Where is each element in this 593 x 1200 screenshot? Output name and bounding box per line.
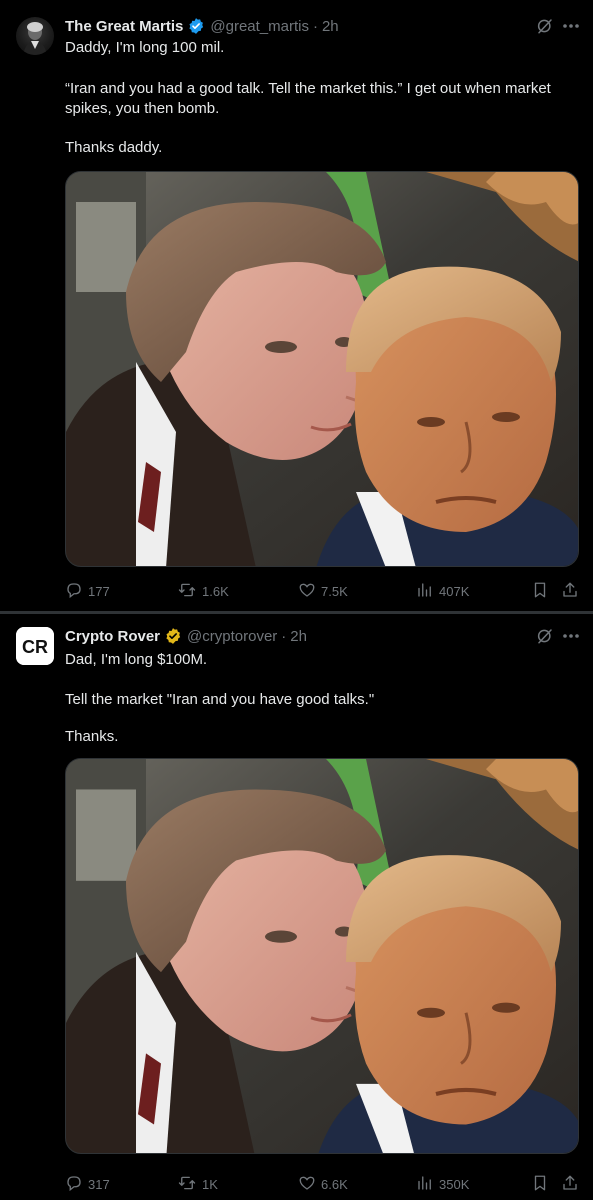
avatar-logo-text: CR [22, 637, 48, 657]
avatar[interactable]: CR [16, 627, 54, 665]
tweet-text-paragraph: “Iran and you had a good talk. Tell the … [65, 80, 551, 117]
repost-count: 1K [202, 1177, 218, 1192]
author-handle[interactable]: @great_martis [210, 18, 309, 35]
tweet-text-line: Thanks. [65, 728, 119, 745]
tweet-text-line: Tell the market "Iran and you have good … [65, 691, 375, 708]
tweet-card[interactable]: The Great Martis @great_martis · 2h Dadd… [0, 0, 593, 612]
tweet-text-line: Thanks daddy. [65, 139, 163, 156]
avatar[interactable] [16, 17, 54, 55]
tweet-card[interactable]: Crypto Rover @cryptorover · 2h Dad, I'm … [0, 614, 593, 1200]
like-button[interactable]: 7.5K [298, 581, 348, 602]
share-icon[interactable] [561, 581, 579, 604]
repost-count: 1.6K [202, 584, 229, 599]
tweet-header: Crypto Rover @cryptorover · 2h [65, 626, 307, 646]
reply-icon [65, 1174, 88, 1195]
reply-count: 177 [88, 584, 110, 599]
tweet-actions: 177 1.6K 7.5K 407K [65, 581, 579, 601]
author-name[interactable]: Crypto Rover [65, 628, 160, 645]
timestamp[interactable]: 2h [290, 628, 307, 645]
grok-icon[interactable] [536, 627, 554, 645]
like-icon [298, 1174, 321, 1195]
separator-dot: · [312, 17, 318, 35]
like-icon [298, 581, 321, 602]
more-icon[interactable] [561, 17, 581, 35]
separator-dot: · [281, 627, 287, 645]
bookmark-icon[interactable] [531, 1174, 549, 1197]
reply-button[interactable]: 177 [65, 581, 110, 602]
author-handle[interactable]: @cryptorover [187, 628, 277, 645]
tweet-media-image[interactable] [65, 171, 579, 567]
reply-icon [65, 581, 88, 602]
like-count: 6.6K [321, 1177, 348, 1192]
like-count: 7.5K [321, 584, 348, 599]
timestamp[interactable]: 2h [322, 18, 339, 35]
views-icon [416, 1174, 439, 1195]
grok-icon[interactable] [536, 17, 554, 35]
views-count: 407K [439, 584, 470, 599]
tweet-text-line: Daddy, I'm long 100 mil. [65, 39, 225, 56]
views-button[interactable]: 350K [416, 1174, 469, 1195]
repost-icon [177, 581, 202, 602]
verified-badge-icon [187, 17, 205, 35]
verified-badge-icon [164, 627, 182, 645]
tweet-header: The Great Martis @great_martis · 2h [65, 16, 339, 36]
bookmark-icon[interactable] [531, 581, 549, 604]
reply-count: 317 [88, 1177, 110, 1192]
like-button[interactable]: 6.6K [298, 1174, 348, 1195]
views-count: 350K [439, 1177, 470, 1192]
views-button[interactable]: 407K [416, 581, 469, 602]
views-icon [416, 581, 439, 602]
repost-button[interactable]: 1.6K [177, 581, 229, 602]
repost-icon [177, 1174, 202, 1195]
reply-button[interactable]: 317 [65, 1174, 110, 1195]
tweet-text-line: Dad, I'm long $100M. [65, 651, 208, 668]
repost-button[interactable]: 1K [177, 1174, 218, 1195]
tweet-actions: 317 1K 6.6K 350K [65, 1174, 579, 1194]
tweet-media-image[interactable] [65, 758, 579, 1154]
more-icon[interactable] [561, 627, 581, 645]
share-icon[interactable] [561, 1174, 579, 1197]
author-name[interactable]: The Great Martis [65, 18, 183, 35]
